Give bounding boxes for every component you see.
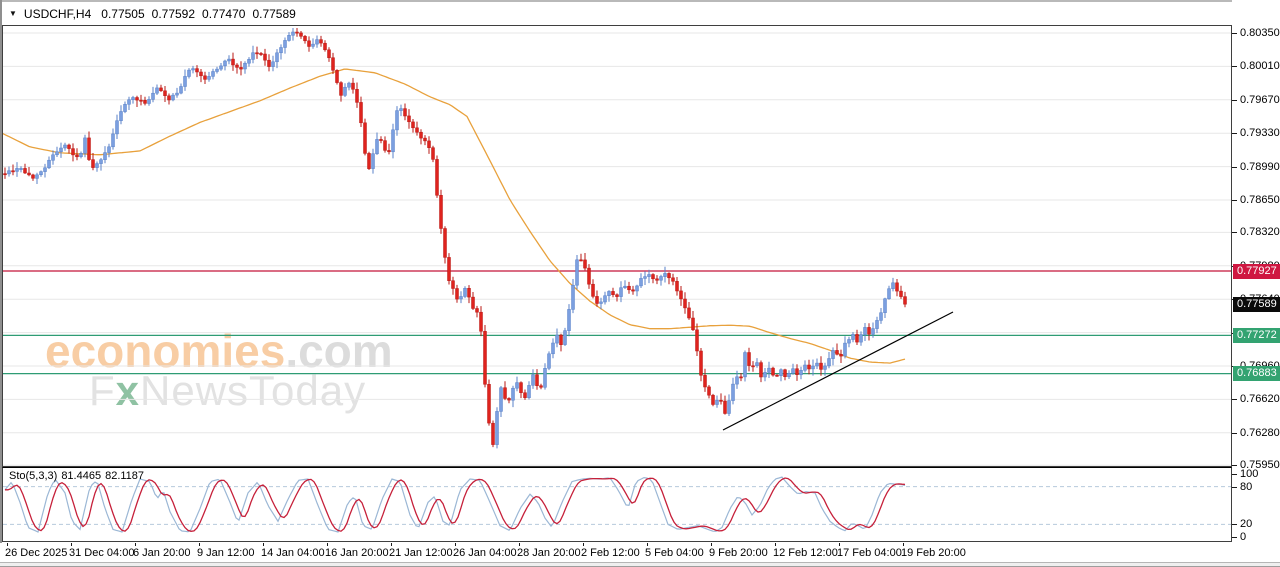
stochastic-chart[interactable]	[3, 468, 1231, 541]
time-axis-label: 17 Feb 04:00	[837, 547, 902, 559]
time-axis-tick	[391, 543, 392, 546]
price-axis-label: 0.76280	[1240, 427, 1280, 439]
price-axis-tick	[1232, 66, 1237, 67]
sto-axis-tick	[1232, 474, 1237, 475]
time-axis-label: 26 Jan 04:00	[453, 547, 517, 559]
price-axis-label: 0.76620	[1240, 393, 1280, 405]
time-axis-tick	[775, 543, 776, 546]
time-axis-tick	[839, 543, 840, 546]
price-chart-panel[interactable]: economies.com FxNewsToday	[2, 25, 1232, 467]
quote-open: 0.77505	[101, 7, 144, 21]
price-axis-label: 0.78650	[1240, 194, 1280, 206]
sto-axis-tick	[1232, 524, 1237, 525]
quote-close: 0.77589	[252, 7, 295, 21]
price-axis-label: 0.79330	[1240, 127, 1280, 139]
time-axis-label: 21 Jan 12:00	[389, 547, 453, 559]
time-axis-tick	[711, 543, 712, 546]
time-axis-tick	[647, 543, 648, 546]
price-axis-label: 0.79670	[1240, 94, 1280, 106]
time-axis-label: 19 Feb 20:00	[901, 547, 966, 559]
symbol-timeframe-label: USDCHF,H4	[24, 7, 91, 21]
price-badge-current-price: 0.77589	[1233, 297, 1280, 312]
time-axis-tick	[135, 543, 136, 546]
sto-axis-label: 0	[1240, 531, 1246, 543]
time-axis-label: 16 Jan 20:00	[325, 547, 389, 559]
time-axis-label: 5 Feb 04:00	[645, 547, 704, 559]
time-axis-label: 28 Jan 20:00	[517, 547, 581, 559]
price-axis-tick	[1232, 33, 1237, 34]
candlestick-chart[interactable]	[3, 26, 1231, 466]
time-axis-label: 6 Jan 20:00	[133, 547, 191, 559]
price-badge-support-level: 0.77272	[1233, 328, 1280, 343]
price-badge-resistance-level: 0.77927	[1233, 264, 1280, 279]
time-axis-label: 31 Dec 04:00	[69, 547, 134, 559]
price-axis-tick	[1232, 232, 1237, 233]
price-axis-tick	[1232, 100, 1237, 101]
sto-axis-label: 20	[1240, 518, 1252, 530]
window-bottom-edge	[0, 562, 1280, 567]
time-axis-tick	[327, 543, 328, 546]
time-axis-tick	[583, 543, 584, 546]
price-axis-label: 0.80010	[1240, 60, 1280, 72]
chevron-down-icon[interactable]: ▼	[9, 9, 17, 18]
time-axis-label: 12 Feb 12:00	[773, 547, 838, 559]
price-axis-tick	[1232, 200, 1237, 201]
stochastic-panel[interactable]: Sto(5,3,3) 81.4465 82.1187	[2, 467, 1232, 542]
mt4-chart-window: ▼ USDCHF,H4 0.77505 0.77592 0.77470 0.77…	[0, 0, 1280, 567]
time-axis-label: 9 Jan 12:00	[197, 547, 255, 559]
quote-low: 0.77470	[202, 7, 245, 21]
quote-high: 0.77592	[152, 7, 195, 21]
indicator-name: Sto(5,3,3)	[9, 470, 57, 482]
price-axis-tick	[1232, 399, 1237, 400]
price-axis-label: 0.78990	[1240, 161, 1280, 173]
price-axis-tick	[1232, 133, 1237, 134]
time-axis-tick	[7, 543, 8, 546]
time-axis-tick	[199, 543, 200, 546]
time-axis[interactable]: 26 Dec 202531 Dec 04:006 Jan 20:00 9 Jan …	[0, 543, 1232, 562]
time-axis-label: 2 Feb 12:00	[581, 547, 640, 559]
price-badge-support-level: 0.76883	[1233, 366, 1280, 381]
chart-title-bar: ▼ USDCHF,H4 0.77505 0.77592 0.77470 0.77…	[2, 2, 1280, 25]
price-axis-tick	[1232, 167, 1237, 168]
indicator-signal-value: 82.1187	[105, 470, 144, 482]
sto-axis-tick	[1232, 537, 1237, 538]
sto-axis-label: 100	[1240, 468, 1258, 480]
time-axis-tick	[903, 543, 904, 546]
indicator-label: Sto(5,3,3) 81.4465 82.1187	[9, 470, 148, 482]
time-axis-label: 14 Jan 04:00	[261, 547, 325, 559]
indicator-main-value: 81.4465	[61, 470, 101, 482]
time-axis-tick	[519, 543, 520, 546]
time-axis-tick	[263, 543, 264, 546]
time-axis-label: 9 Feb 20:00	[709, 547, 768, 559]
time-axis-label: 26 Dec 2025	[5, 547, 67, 559]
price-axis-label: 0.80350	[1240, 27, 1280, 39]
price-axis[interactable]: 0.80350 0.80010 0.79670 0.79330 0.78990 0.786…	[1232, 0, 1280, 562]
sto-axis-label: 80	[1240, 481, 1252, 493]
time-axis-tick	[71, 543, 72, 546]
time-axis-tick	[455, 543, 456, 546]
price-axis-tick	[1232, 465, 1237, 466]
sto-axis-tick	[1232, 487, 1237, 488]
price-axis-label: 0.78320	[1240, 226, 1280, 238]
price-axis-tick	[1232, 433, 1237, 434]
